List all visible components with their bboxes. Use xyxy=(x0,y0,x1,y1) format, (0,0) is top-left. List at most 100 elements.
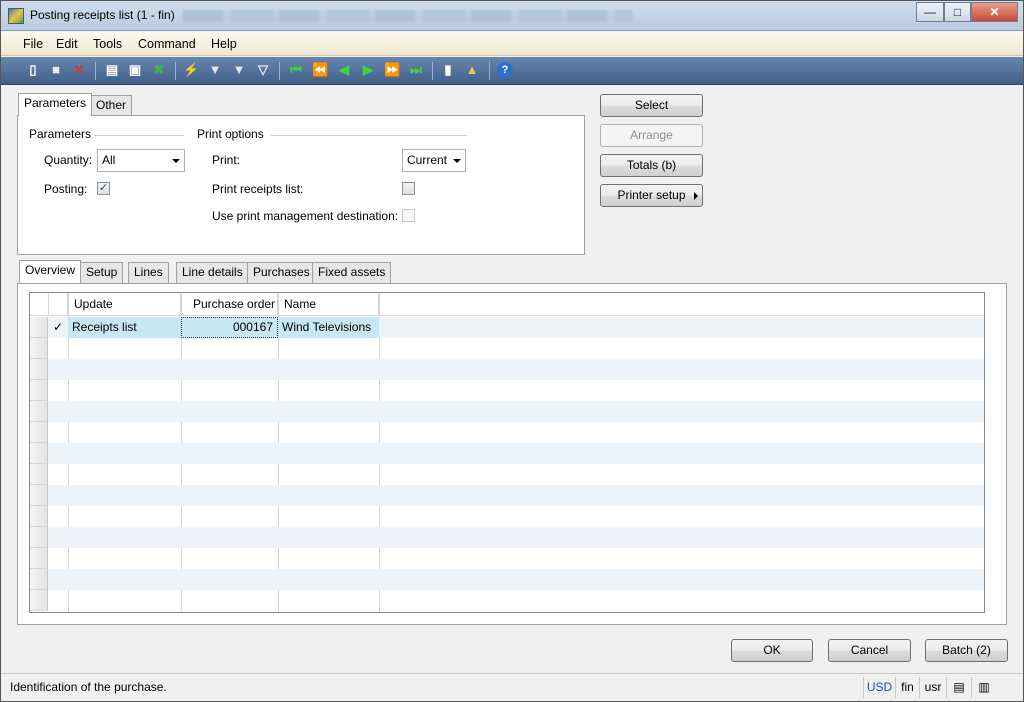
table-row[interactable] xyxy=(30,506,984,527)
row-header[interactable] xyxy=(30,506,48,527)
column-header-update[interactable]: Update xyxy=(68,293,181,316)
table-row[interactable] xyxy=(30,359,984,380)
print-icon[interactable]: ▤ xyxy=(104,62,120,78)
posting-checkbox[interactable]: ✓ xyxy=(97,182,110,195)
filter-by-selection-icon[interactable]: ⚡ xyxy=(183,62,199,78)
table-row[interactable] xyxy=(30,401,984,422)
delete-icon[interactable]: ✕ xyxy=(71,62,87,78)
quantity-select[interactable]: All xyxy=(97,149,185,172)
export-excel-icon[interactable]: ✖ xyxy=(151,62,167,78)
row-header[interactable] xyxy=(30,485,48,506)
tab-lines[interactable]: Lines xyxy=(128,262,169,283)
layer-indicator: usr xyxy=(919,677,946,698)
toolbar-separator xyxy=(175,62,176,80)
cell-update[interactable]: Receipts list xyxy=(68,317,181,338)
receipts-grid[interactable]: Update Purchase order Name ✓ Receipts li… xyxy=(29,292,985,613)
parameters-panel: Parameters Quantity: All Posting: ✓ Prin… xyxy=(17,115,585,255)
row-header[interactable] xyxy=(30,317,48,338)
tab-overview[interactable]: Overview xyxy=(19,260,82,283)
maximize-button[interactable]: □ xyxy=(944,2,971,22)
table-row[interactable] xyxy=(30,338,984,359)
row-header[interactable] xyxy=(30,569,48,590)
table-row[interactable] xyxy=(30,527,984,548)
tab-setup[interactable]: Setup xyxy=(80,262,124,283)
cancel-button[interactable]: Cancel xyxy=(828,639,911,662)
chevron-down-icon xyxy=(453,159,461,163)
table-row[interactable] xyxy=(30,485,984,506)
tab-purchases[interactable]: Purchases xyxy=(247,262,316,283)
column-header-purchase-order[interactable]: Purchase order xyxy=(181,293,278,316)
totals-button[interactable]: Totals (b) xyxy=(600,154,703,177)
table-row[interactable] xyxy=(30,443,984,464)
update-check-icon[interactable]: ✓ xyxy=(49,317,68,338)
table-row[interactable] xyxy=(30,569,984,590)
printer-setup-button[interactable]: Printer setup xyxy=(600,184,703,207)
print-select-value: Current xyxy=(407,153,448,167)
currency-indicator[interactable]: USD xyxy=(863,677,895,698)
use-print-management-label: Use print management destination: xyxy=(212,209,399,223)
row-header[interactable] xyxy=(30,401,48,422)
use-print-management-checkbox[interactable] xyxy=(402,209,415,222)
remove-filter-icon[interactable]: ▽ xyxy=(255,62,271,78)
table-row[interactable] xyxy=(30,548,984,569)
minimize-button[interactable]: — xyxy=(916,2,944,22)
row-header[interactable] xyxy=(30,527,48,548)
help-icon[interactable]: ? xyxy=(497,62,513,78)
batch-button[interactable]: Batch (2) xyxy=(925,639,1008,662)
row-header-corner xyxy=(30,293,49,316)
print-preview-icon[interactable]: ▣ xyxy=(127,62,143,78)
row-header[interactable] xyxy=(30,590,48,611)
title-bar[interactable]: Posting receipts list (1 - fin) — □ ✕ xyxy=(1,1,1023,31)
previous-page-icon[interactable]: ⏪ xyxy=(312,62,328,78)
new-icon[interactable]: ▯ xyxy=(25,62,41,78)
document-handling-icon[interactable]: ▮ xyxy=(440,62,456,78)
menu-tools[interactable]: Tools xyxy=(93,37,122,51)
row-header[interactable] xyxy=(30,443,48,464)
row-header[interactable] xyxy=(30,422,48,443)
row-header[interactable] xyxy=(30,548,48,569)
table-row[interactable] xyxy=(30,422,984,443)
advanced-filter-icon[interactable]: ▼ xyxy=(231,62,247,78)
status-text: Identification of the purchase. xyxy=(10,680,167,694)
menu-help[interactable]: Help xyxy=(211,37,237,51)
tab-other[interactable]: Other xyxy=(90,95,133,116)
select-button[interactable]: Select xyxy=(600,94,703,117)
table-row[interactable] xyxy=(30,380,984,401)
storage-icon[interactable]: ▥ xyxy=(971,677,996,698)
previous-record-icon[interactable]: ◀ xyxy=(336,62,352,78)
row-header[interactable] xyxy=(30,338,48,359)
row-header[interactable] xyxy=(30,380,48,401)
group-divider xyxy=(271,135,467,136)
filter-by-grid-icon[interactable]: ▼ xyxy=(207,62,223,78)
table-row[interactable] xyxy=(30,464,984,485)
table-row[interactable]: ✓ Receipts list 000167 Wind Televisions xyxy=(30,317,984,338)
last-record-icon[interactable]: ⏭ xyxy=(408,62,424,78)
alert-icon[interactable]: ▲ xyxy=(464,62,480,78)
table-row[interactable] xyxy=(30,590,984,611)
cell-purchase-order[interactable]: 000167 xyxy=(181,317,278,338)
toolbar-separator xyxy=(279,62,280,80)
first-record-icon[interactable]: ⏮ xyxy=(288,62,304,78)
close-button[interactable]: ✕ xyxy=(971,2,1018,22)
tab-line-details[interactable]: Line details xyxy=(176,262,249,283)
database-icon[interactable]: ▤ xyxy=(946,677,971,698)
menu-edit[interactable]: Edit xyxy=(56,37,78,51)
next-page-icon[interactable]: ⏩ xyxy=(384,62,400,78)
print-receipts-label: Print receipts list: xyxy=(212,182,304,196)
company-indicator[interactable]: fin xyxy=(895,677,919,698)
tab-fixed-assets[interactable]: Fixed assets xyxy=(312,262,392,283)
row-header[interactable] xyxy=(30,359,48,380)
print-receipts-checkbox[interactable] xyxy=(402,182,415,195)
row-header[interactable] xyxy=(30,464,48,485)
cell-name[interactable]: Wind Televisions xyxy=(278,317,379,338)
menu-command[interactable]: Command xyxy=(138,37,196,51)
quantity-select-value: All xyxy=(102,153,116,167)
print-select[interactable]: Current xyxy=(402,149,466,172)
save-icon[interactable]: ■ xyxy=(48,62,64,78)
ok-button[interactable]: OK xyxy=(731,639,813,662)
column-header-name[interactable]: Name xyxy=(278,293,379,316)
tab-parameters[interactable]: Parameters xyxy=(18,93,93,116)
next-record-icon[interactable]: ▶ xyxy=(360,62,376,78)
arrange-button[interactable]: Arrange xyxy=(600,124,703,147)
menu-file[interactable]: File xyxy=(23,37,43,51)
